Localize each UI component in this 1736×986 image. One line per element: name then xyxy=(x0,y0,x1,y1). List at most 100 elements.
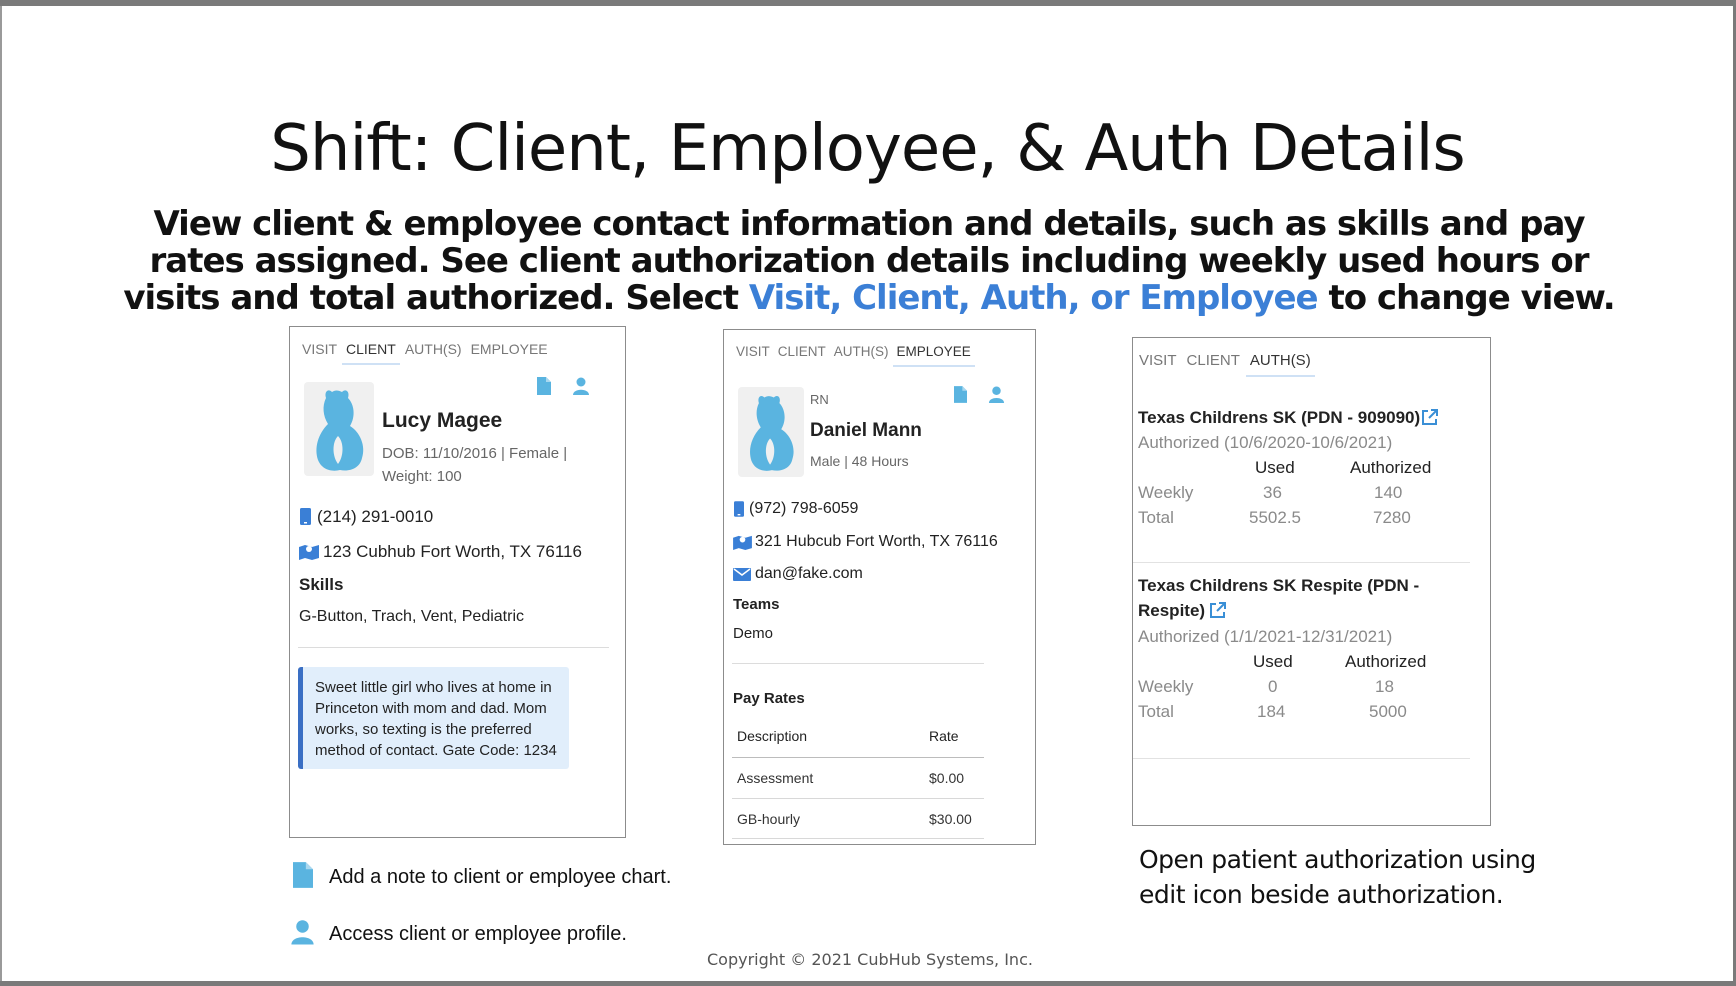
auth-tabs: VISIT CLIENT AUTH(S) xyxy=(1139,352,1315,377)
auth-divider xyxy=(1133,758,1470,759)
note-line: works, so texting is the preferred xyxy=(315,721,532,738)
auth-total-used: 184 xyxy=(1257,702,1286,721)
subtitle-highlight: Visit, Client, Auth, or Employee xyxy=(748,278,1319,318)
skills-label: Skills xyxy=(299,575,344,594)
client-divider xyxy=(298,647,609,648)
client-details-2: Weight: 100 xyxy=(382,468,462,485)
tab-employee[interactable]: EMPLOYEE xyxy=(471,341,548,365)
slide-subtitle: View client & employee contact informati… xyxy=(122,206,1616,317)
note-icon[interactable] xyxy=(537,377,551,395)
rate-row-description: Assessment xyxy=(737,770,814,786)
rates-col-description: Description xyxy=(737,728,808,744)
client-tabs: VISIT CLIENT AUTH(S) EMPLOYEE xyxy=(302,341,548,365)
auth-weekly-label: Weekly xyxy=(1138,483,1194,502)
map-icon xyxy=(733,535,752,550)
tab-client[interactable]: CLIENT xyxy=(342,341,400,365)
employee-role: RN xyxy=(810,392,829,407)
note-icon[interactable] xyxy=(954,386,967,403)
auth-col-used: Used xyxy=(1255,458,1295,477)
client-phone[interactable]: (214) 291-0010 xyxy=(317,507,433,527)
client-details-1: DOB: 11/10/2016 | Female | xyxy=(382,445,568,462)
auth-weekly-authorized: 140 xyxy=(1374,483,1403,502)
auth-title: Texas Childrens SK (PDN - 909090) xyxy=(1138,408,1421,427)
external-link-icon[interactable] xyxy=(1209,601,1227,619)
tab-auths[interactable]: AUTH(S) xyxy=(405,341,462,365)
auth-weekly-authorized: 18 xyxy=(1375,677,1394,696)
auth-total-label: Total xyxy=(1138,508,1174,527)
profile-legend-text: Access client or employee profile. xyxy=(329,923,627,945)
phone-icon xyxy=(300,508,311,525)
client-address[interactable]: 123 Cubhub Fort Worth, TX 76116 xyxy=(323,542,582,562)
copyright: Copyright © 2021 CubHub Systems, Inc. xyxy=(707,950,1033,969)
employee-avatar xyxy=(738,387,804,477)
auth-weekly-label: Weekly xyxy=(1138,677,1194,696)
skills-value: G-Button, Trach, Vent, Pediatric xyxy=(299,608,524,625)
auth-period: Authorized (1/1/2021-12/31/2021) xyxy=(1138,627,1393,646)
employee-tabs: VISIT CLIENT AUTH(S) EMPLOYEE xyxy=(736,344,976,367)
auth-period: Authorized (10/6/2020-10/6/2021) xyxy=(1138,433,1393,452)
bear-logo-icon xyxy=(750,396,794,471)
auth-divider xyxy=(1133,562,1470,563)
rate-row-description: GB-hourly xyxy=(737,811,801,827)
client-name: Lucy Magee xyxy=(382,409,503,432)
tab-visit[interactable]: VISIT xyxy=(1139,352,1177,377)
tab-auths[interactable]: AUTH(S) xyxy=(834,344,889,367)
tab-employee[interactable]: EMPLOYEE xyxy=(892,344,976,367)
auth-title: Respite) xyxy=(1138,601,1206,620)
auth-col-used: Used xyxy=(1253,652,1293,671)
slide-title: Shift: Client, Employee, & Auth Details xyxy=(270,112,1465,186)
note-line: Princeton with mom and dad. Mom xyxy=(315,700,547,717)
rates-header-line xyxy=(732,757,984,758)
profile-icon[interactable] xyxy=(988,386,1005,403)
tab-client[interactable]: CLIENT xyxy=(1187,352,1240,377)
external-link-icon[interactable] xyxy=(1421,408,1439,426)
tab-visit[interactable]: VISIT xyxy=(302,341,337,365)
employee-name: Daniel Mann xyxy=(810,420,922,441)
auth-total-used: 5502.5 xyxy=(1249,508,1301,527)
tab-visit[interactable]: VISIT xyxy=(736,344,770,367)
map-icon xyxy=(299,545,319,560)
auth-total-authorized: 5000 xyxy=(1369,702,1407,721)
auth-caption: Open patient authorization using edit ic… xyxy=(1139,842,1536,912)
slide: Shift: Client, Employee, & Auth Details … xyxy=(0,6,1733,981)
teams-value: Demo xyxy=(733,625,774,642)
auth-caption-line: edit icon beside authorization. xyxy=(1139,880,1504,909)
subtitle-text-2: to change view. xyxy=(1317,278,1615,318)
auth-weekly-used: 0 xyxy=(1268,677,1278,696)
auth-total-label: Total xyxy=(1138,702,1174,721)
employee-address[interactable]: 321 Hubcub Fort Worth, TX 76116 xyxy=(755,533,998,551)
note-legend-text: Add a note to client or employee chart. xyxy=(329,866,672,888)
auth-total-authorized: 7280 xyxy=(1373,508,1411,527)
email-icon xyxy=(733,568,751,581)
note-line: Sweet little girl who lives at home in xyxy=(315,679,552,696)
phone-icon xyxy=(734,501,744,517)
auth-col-authorized: Authorized xyxy=(1345,652,1427,671)
client-panel: VISIT CLIENT AUTH(S) EMPLOYEE Lucy Magee… xyxy=(289,326,626,838)
rates-row-line xyxy=(732,798,984,799)
note-line: method of contact. Gate Code: 1234 xyxy=(315,742,557,759)
auth-col-authorized: Authorized xyxy=(1350,458,1432,477)
employee-details: Male | 48 Hours xyxy=(810,453,909,469)
rate-row-value: $0.00 xyxy=(929,770,965,786)
rates-row-line xyxy=(732,838,984,839)
client-avatar xyxy=(304,382,374,476)
bear-logo-icon xyxy=(316,390,364,471)
auth-caption-line: Open patient authorization using xyxy=(1139,845,1536,874)
profile-icon[interactable] xyxy=(572,377,590,395)
tab-auths[interactable]: AUTH(S) xyxy=(1245,352,1315,377)
teams-label: Teams xyxy=(733,596,780,613)
employee-phone[interactable]: (972) 798-6059 xyxy=(749,500,858,518)
client-note: Sweet little girl who lives at home in P… xyxy=(298,667,569,769)
employee-email[interactable]: dan@fake.com xyxy=(755,565,863,583)
note-icon xyxy=(293,862,313,888)
profile-icon xyxy=(291,920,314,945)
auth-panel: VISIT CLIENT AUTH(S) Texas Childrens SK … xyxy=(1132,337,1491,826)
rate-row-value: $30.00 xyxy=(929,811,972,827)
pay-rates-label: Pay Rates xyxy=(733,690,805,707)
rates-col-rate: Rate xyxy=(929,728,959,744)
tab-client[interactable]: CLIENT xyxy=(778,344,826,367)
employee-panel: VISIT CLIENT AUTH(S) EMPLOYEE RN Daniel … xyxy=(723,329,1036,845)
auth-weekly-used: 36 xyxy=(1263,483,1282,502)
auth-title: Texas Childrens SK Respite (PDN - xyxy=(1138,576,1420,595)
employee-divider xyxy=(732,663,984,664)
